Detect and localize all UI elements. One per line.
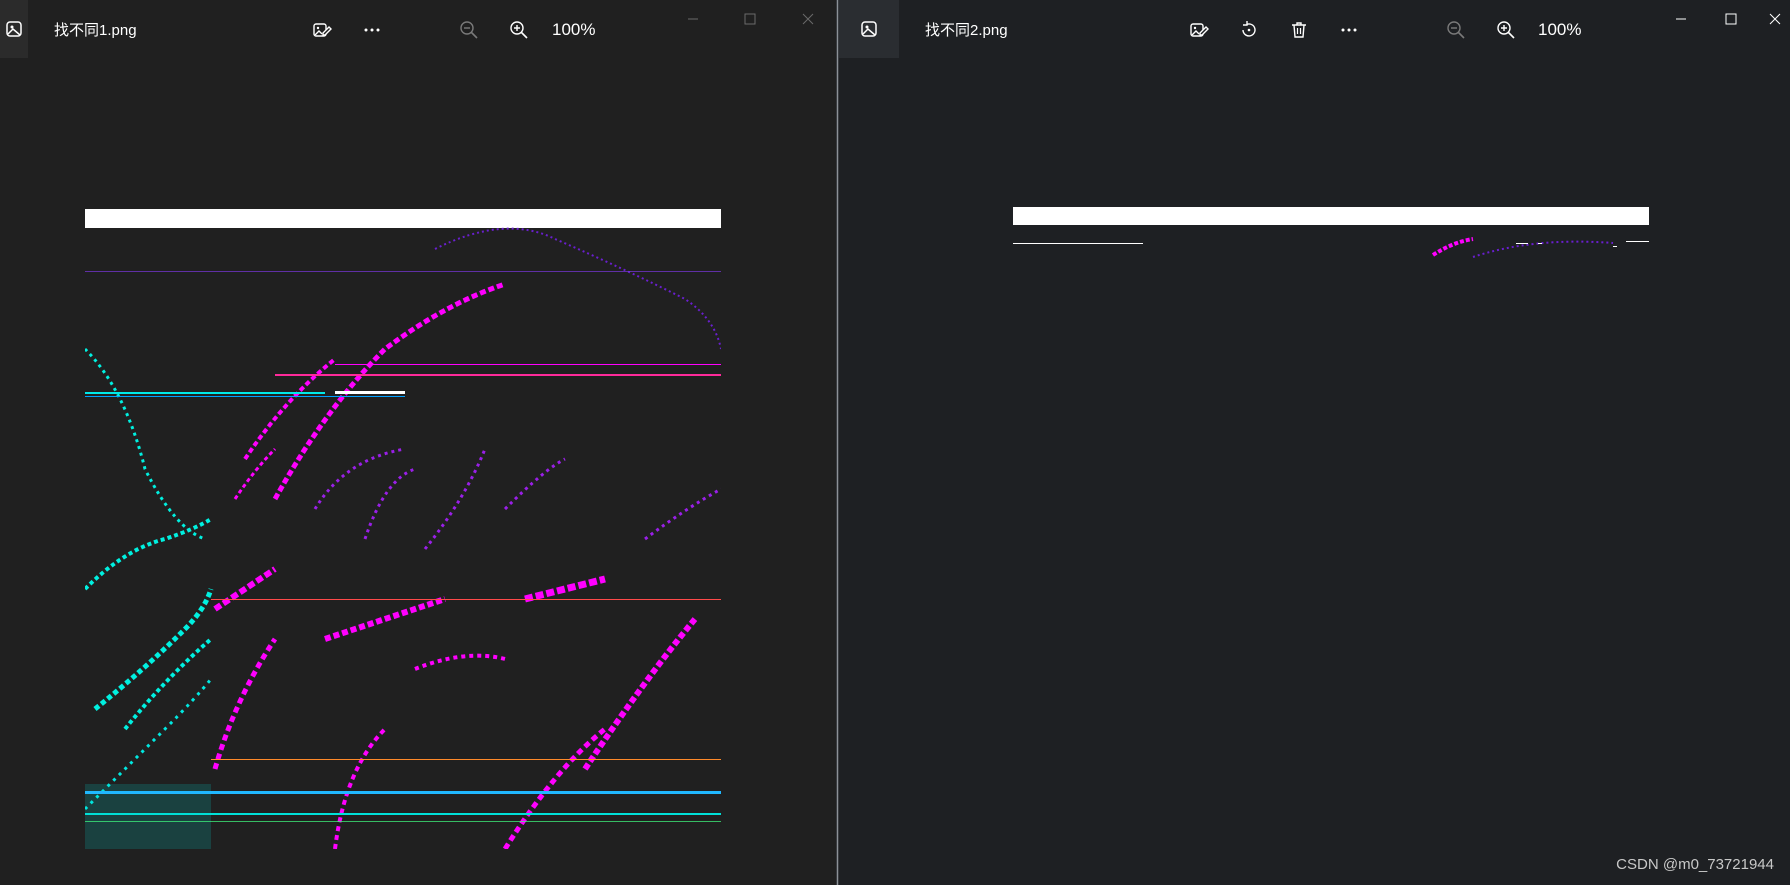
photos-app-icon <box>861 21 877 37</box>
displayed-image <box>1013 207 1649 267</box>
close-button[interactable] <box>1759 6 1790 32</box>
minimize-button[interactable] <box>1665 6 1697 32</box>
glitch-image-art <box>1013 207 1649 258</box>
minimize-icon <box>688 18 698 20</box>
edit-image-button[interactable] <box>306 14 338 46</box>
close-button[interactable] <box>792 6 824 32</box>
app-icon-button[interactable] <box>0 0 28 58</box>
zoom-in-icon <box>1497 21 1515 39</box>
zoom-out-button[interactable] <box>1440 14 1472 46</box>
zoom-out-icon <box>1447 21 1465 39</box>
more-options-button[interactable] <box>356 14 388 46</box>
zoom-in-icon <box>510 21 528 39</box>
maximize-button[interactable] <box>1715 6 1747 32</box>
maximize-icon <box>1725 13 1737 25</box>
image-viewport[interactable] <box>0 58 836 885</box>
title-bar: 找不同2.png 100% <box>839 0 1790 58</box>
file-title: 找不同2.png <box>925 22 1008 39</box>
zoom-out-icon <box>460 21 478 39</box>
image-viewport[interactable]: CSDN @m0_73721944 <box>839 58 1790 885</box>
photos-window-right: 找不同2.png 100% CSDN @m0_73721944 <box>839 0 1790 885</box>
close-icon <box>802 13 814 25</box>
zoom-in-button[interactable] <box>1490 14 1522 46</box>
glitch-image-art <box>85 209 721 849</box>
more-options-icon <box>1341 28 1357 32</box>
watermark: CSDN @m0_73721944 <box>1616 856 1774 873</box>
zoom-level: 100% <box>1538 20 1582 39</box>
zoom-level: 100% <box>552 20 596 39</box>
minimize-button[interactable] <box>677 6 709 32</box>
maximize-icon <box>744 13 756 25</box>
app-icon-button[interactable] <box>839 0 899 58</box>
delete-icon <box>1292 22 1306 38</box>
rotate-button[interactable] <box>1233 14 1265 46</box>
maximize-button[interactable] <box>734 6 766 32</box>
title-bar: 找不同1.png 100% <box>0 0 836 58</box>
zoom-out-button[interactable] <box>453 14 485 46</box>
rotate-icon <box>1242 21 1256 37</box>
zoom-in-button[interactable] <box>503 14 535 46</box>
file-title: 找不同1.png <box>54 22 137 39</box>
photos-app-icon <box>6 21 22 37</box>
displayed-image <box>85 209 721 849</box>
edit-image-icon <box>313 23 332 37</box>
photos-window-left: 找不同1.png 100% <box>0 0 836 885</box>
delete-button[interactable] <box>1283 14 1315 46</box>
more-options-icon <box>364 28 380 32</box>
edit-image-icon <box>1190 23 1209 37</box>
minimize-icon <box>1676 18 1686 20</box>
more-options-button[interactable] <box>1333 14 1365 46</box>
close-icon <box>1769 13 1781 25</box>
edit-image-button[interactable] <box>1183 14 1215 46</box>
